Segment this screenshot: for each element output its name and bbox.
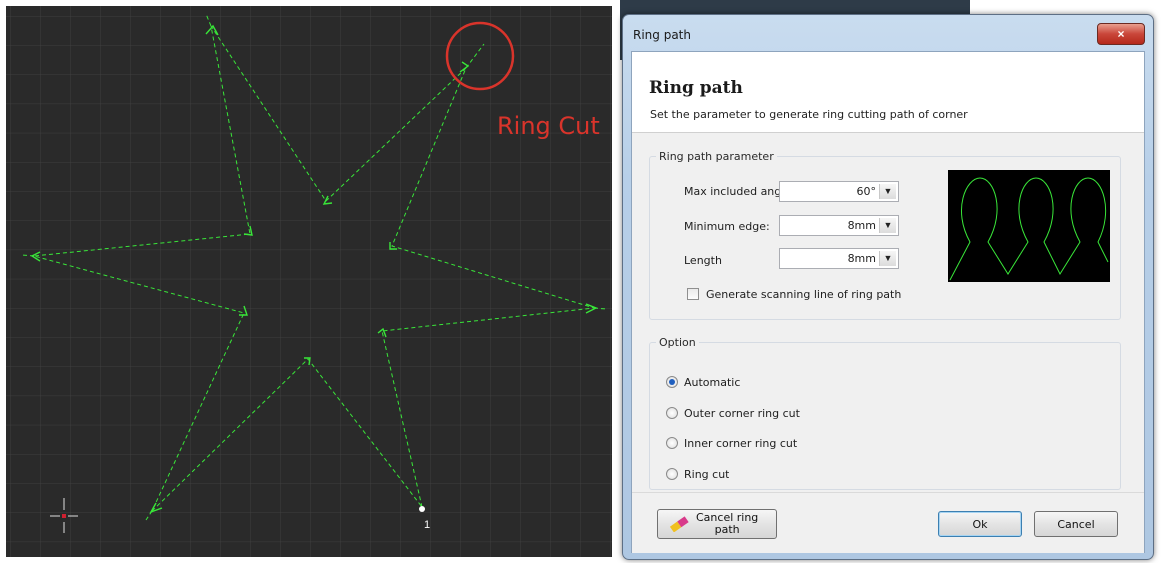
ring-cut-label[interactable]: Ring cut [684, 468, 729, 481]
max-angle-label: Max included angle [684, 185, 788, 198]
max-angle-value: 60° [856, 185, 877, 198]
automatic-label[interactable]: Automatic [684, 376, 740, 389]
cad-canvas[interactable]: Ring Cut 1 [6, 6, 612, 557]
inner-corner-radio[interactable] [666, 437, 678, 449]
ring-path-dialog: Ring path × Ring path Set the parameter … [622, 14, 1154, 560]
canvas-drawing [6, 6, 612, 557]
length-value: 8mm [847, 252, 876, 265]
preview-ring-curve [949, 177, 1109, 281]
cancel-ring-path-label-line2: path [714, 523, 740, 536]
ring-cut-annotation: Ring Cut [497, 112, 600, 140]
chevron-down-icon[interactable]: ▼ [879, 251, 896, 266]
outer-corner-radio[interactable] [666, 407, 678, 419]
option-group-legend: Option [659, 336, 696, 349]
dialog-footer: Cancel ring path Ok Cancel [632, 492, 1144, 553]
window-title: Ring path [633, 28, 691, 42]
length-label: Length [684, 254, 722, 267]
dialog-client: Ring path Set the parameter to generate … [631, 51, 1145, 553]
ring-cut-radio[interactable] [666, 468, 678, 480]
ok-button[interactable]: Ok [938, 511, 1022, 537]
outer-corner-label[interactable]: Outer corner ring cut [684, 407, 800, 420]
ring-path-preview [948, 170, 1110, 282]
inner-corner-label[interactable]: Inner corner ring cut [684, 437, 797, 450]
start-point-number: 1 [424, 519, 431, 531]
close-button[interactable]: × [1097, 23, 1145, 45]
chevron-down-icon[interactable]: ▼ [879, 184, 896, 199]
cancel-ring-path-button[interactable]: Cancel ring path [657, 509, 777, 539]
start-point-icon [419, 506, 425, 512]
dialog-header: Ring path Set the parameter to generate … [632, 52, 1144, 133]
min-edge-combo[interactable]: 8mm ▼ [779, 215, 899, 236]
scanning-line-checkbox[interactable] [687, 288, 699, 300]
chevron-down-icon[interactable]: ▼ [879, 218, 896, 233]
parameter-group-legend: Ring path parameter [659, 150, 774, 163]
scanning-line-label[interactable]: Generate scanning line of ring path [706, 288, 901, 301]
min-edge-value: 8mm [847, 219, 876, 232]
automatic-radio[interactable] [666, 376, 678, 388]
max-angle-combo[interactable]: 60° ▼ [779, 181, 899, 202]
header-title: Ring path [649, 78, 743, 98]
close-icon: × [1117, 27, 1125, 41]
eraser-icon [669, 516, 689, 532]
cancel-button[interactable]: Cancel [1034, 511, 1118, 537]
grid [6, 6, 612, 557]
length-combo[interactable]: 8mm ▼ [779, 248, 899, 269]
header-subtitle: Set the parameter to generate ring cutti… [650, 108, 968, 121]
min-edge-label: Minimum edge: [684, 220, 770, 233]
